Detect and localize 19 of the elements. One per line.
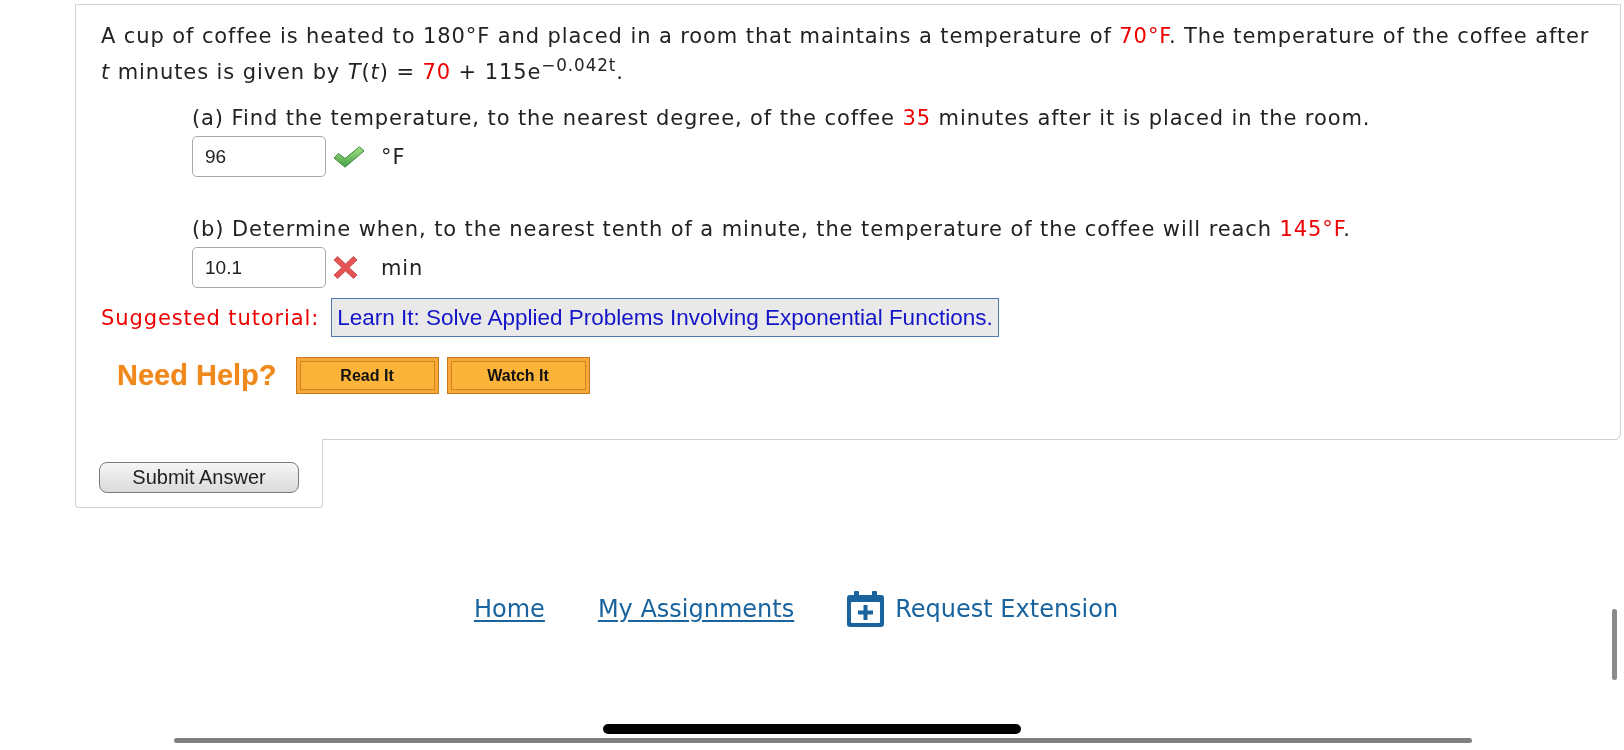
question-prompt: (a) Find the temperature, to the nearest degree, of the coffee 35 minutes after it is placed in the room.: [192, 105, 1372, 132]
scrollbar-thumb[interactable]: [174, 738, 1472, 743]
unit-label: °F: [381, 144, 406, 169]
unit-label: min: [381, 255, 424, 280]
tutorial-label: Suggested tutorial:: [101, 305, 320, 330]
help-button[interactable]: Read It: [295, 357, 439, 394]
question-prompt: (b) Determine when, to the nearest tenth of a minute, the temperature of the coffee will reach 145°F.: [192, 216, 1352, 243]
answer-field[interactable]: 10.1: [192, 247, 326, 288]
tutorial-link[interactable]: Learn It: Solve Applied Problems Involving Exponential Functions.: [331, 298, 999, 337]
footer-link[interactable]: Home: [474, 592, 545, 626]
calendar-plus-icon: [847, 591, 885, 627]
need-help-label: Need Help?: [117, 359, 277, 392]
help-button[interactable]: Watch It: [446, 357, 590, 394]
footer-link[interactable]: Request Extension: [895, 592, 1119, 626]
scrollbar-thumb[interactable]: [1612, 609, 1617, 680]
footer-link[interactable]: My Assignments: [597, 592, 795, 626]
submit-button[interactable]: Submit Answer: [99, 462, 299, 493]
question-text: A cup of coffee is heated to 180°F and placed in a room that maintains a temperature of 70°F. The temperature of the coffee after t minutes is given by T(t) = 70 + 115e$^{−0.042t}$.: [101, 23, 1591, 86]
answer-field[interactable]: 96: [192, 136, 326, 177]
